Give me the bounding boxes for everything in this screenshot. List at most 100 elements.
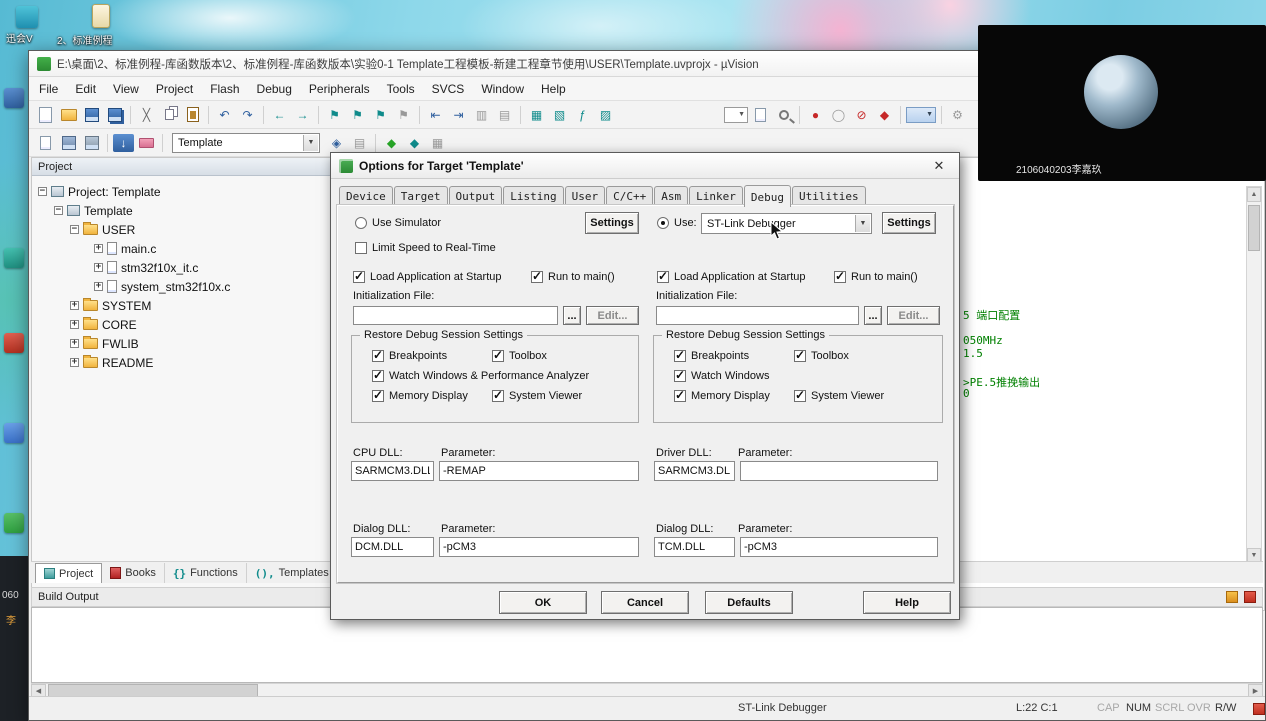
tab-linker[interactable]: Linker: [689, 186, 743, 206]
expand-icon[interactable]: [70, 358, 79, 367]
cpu-parameter-input[interactable]: [439, 461, 639, 481]
dialog-titlebar[interactable]: Options for Target 'Template': [331, 153, 959, 179]
tab-listing[interactable]: Listing: [503, 186, 564, 206]
tab-target[interactable]: Target: [393, 186, 448, 206]
driver-parameter-input[interactable]: [740, 461, 938, 481]
memory-display-checkbox-right[interactable]: Memory Display: [674, 388, 770, 402]
redo-icon[interactable]: ↷: [237, 106, 258, 124]
stop-icon[interactable]: ◆: [874, 106, 895, 124]
use-debugger-radio[interactable]: Use:: [657, 217, 697, 229]
driver-dll-input[interactable]: [654, 461, 735, 481]
project-panel-header[interactable]: Project: [32, 158, 332, 176]
debugger-select-combo[interactable]: ST-Link Debugger ▼: [701, 213, 872, 234]
kill-breakpoints-icon[interactable]: ⊘: [851, 106, 872, 124]
functions-window-icon[interactable]: ƒ: [572, 106, 593, 124]
tab-asm[interactable]: Asm: [654, 186, 689, 206]
edit-button-right[interactable]: Edit...: [887, 306, 940, 325]
rebuild-icon[interactable]: [81, 134, 102, 152]
checkbox-checked-icon[interactable]: [372, 388, 384, 402]
checkbox-checked-icon[interactable]: [794, 348, 806, 362]
tab-cpp[interactable]: C/C++: [606, 186, 654, 206]
navigate-back-icon[interactable]: ←: [269, 106, 290, 124]
expand-icon[interactable]: [70, 320, 79, 329]
scroll-up-icon[interactable]: ▲: [1247, 187, 1261, 202]
memory-display-checkbox-left[interactable]: Memory Display: [372, 388, 468, 402]
tree-item-target[interactable]: Template: [32, 201, 332, 220]
collapse-icon[interactable]: [54, 206, 63, 215]
menu-tools[interactable]: Tools: [387, 82, 415, 96]
checkbox-checked-icon[interactable]: [531, 269, 543, 283]
indent-icon[interactable]: ⇥: [448, 106, 469, 124]
tree-item-fwlib-group[interactable]: FWLIB: [32, 334, 332, 353]
component-viewer-icon[interactable]: ▦: [427, 134, 448, 152]
copy-icon[interactable]: [159, 106, 180, 124]
expand-icon[interactable]: [70, 301, 79, 310]
tab-output[interactable]: Output: [448, 186, 503, 206]
run-to-main-checkbox-left[interactable]: Run to main(): [531, 269, 615, 283]
checkbox-checked-icon[interactable]: [834, 269, 846, 283]
expand-icon[interactable]: [94, 244, 103, 253]
scrollbar-thumb[interactable]: [1248, 205, 1260, 251]
tab-utilities[interactable]: Utilities: [791, 186, 866, 206]
toolbox-checkbox-right[interactable]: Toolbox: [794, 348, 849, 362]
tab-user[interactable]: User: [564, 186, 606, 206]
tab-books[interactable]: Books: [102, 563, 165, 583]
comment-icon[interactable]: ▥: [471, 106, 492, 124]
desktop-icon[interactable]: [4, 423, 24, 443]
help-button[interactable]: Help: [863, 591, 951, 614]
menu-view[interactable]: View: [113, 82, 139, 96]
checkbox-checked-icon[interactable]: [674, 388, 686, 402]
tree-item-stm32f10x-it-c[interactable]: stm32f10x_it.c: [32, 258, 332, 277]
navigate-forward-icon[interactable]: →: [292, 106, 313, 124]
checkbox-checked-icon[interactable]: [492, 388, 504, 402]
pin-icon[interactable]: [1226, 591, 1238, 603]
course-folder-icon[interactable]: [92, 4, 110, 28]
breakpoint-icon[interactable]: ●: [805, 106, 826, 124]
tree-item-core-group[interactable]: CORE: [32, 315, 332, 334]
manage-project-items-icon[interactable]: ▤: [349, 134, 370, 152]
toolbox-checkbox-left[interactable]: Toolbox: [492, 348, 547, 362]
target-options-icon[interactable]: ◈: [326, 134, 347, 152]
menu-svcs[interactable]: SVCS: [432, 82, 465, 96]
limit-speed-checkbox[interactable]: Limit Speed to Real-Time: [355, 242, 496, 254]
desktop-icon[interactable]: [4, 88, 24, 108]
cancel-button[interactable]: Cancel: [601, 591, 689, 614]
checkbox-checked-icon[interactable]: [353, 269, 365, 283]
save-icon[interactable]: [81, 106, 102, 124]
radio-selected-icon[interactable]: [657, 217, 669, 229]
menu-peripherals[interactable]: Peripherals: [309, 82, 370, 96]
configure-wrench-icon[interactable]: ⚙: [947, 106, 968, 124]
flash-download-icon[interactable]: ↓: [113, 133, 134, 152]
build-icon[interactable]: [58, 134, 79, 152]
use-simulator-radio[interactable]: Use Simulator: [355, 217, 441, 229]
checkbox-icon[interactable]: [355, 242, 367, 254]
dialog-close-icon[interactable]: [929, 157, 949, 175]
new-file-icon[interactable]: [35, 106, 56, 124]
tab-functions[interactable]: {} Functions: [165, 563, 247, 583]
ok-button[interactable]: OK: [499, 591, 587, 614]
defaults-button[interactable]: Defaults: [705, 591, 793, 614]
radio-icon[interactable]: [355, 217, 367, 229]
system-viewer-checkbox-left[interactable]: System Viewer: [492, 388, 582, 402]
tree-item-main-c[interactable]: main.c: [32, 239, 332, 258]
clear-bookmarks-icon[interactable]: ⚑: [393, 106, 414, 124]
select-target-combo[interactable]: Template ▼: [172, 132, 320, 153]
next-bookmark-icon[interactable]: ⚑: [370, 106, 391, 124]
webcam-overlay[interactable]: 2106040203李嘉玖: [978, 25, 1266, 181]
undo-icon[interactable]: ↶: [214, 106, 235, 124]
checkbox-checked-icon[interactable]: [794, 388, 806, 402]
search-icon[interactable]: [773, 106, 794, 124]
find-combo[interactable]: ▼: [724, 106, 748, 124]
checkbox-checked-icon[interactable]: [674, 348, 686, 362]
books-window-icon[interactable]: ▧: [549, 106, 570, 124]
paste-icon[interactable]: [182, 106, 203, 124]
checkbox-checked-icon[interactable]: [657, 269, 669, 283]
menu-window[interactable]: Window: [481, 82, 524, 96]
watch-windows-checkbox-right[interactable]: Watch Windows: [674, 368, 769, 382]
tree-item-project-root[interactable]: Project: Template: [32, 182, 332, 201]
pack-installer-icon[interactable]: ◆: [381, 134, 402, 152]
find-in-files-icon[interactable]: [750, 106, 771, 124]
editor-vertical-scrollbar[interactable]: ▲ ▼: [1246, 186, 1262, 564]
desktop-icon[interactable]: [4, 248, 24, 268]
chevron-down-icon[interactable]: ▼: [303, 134, 318, 151]
